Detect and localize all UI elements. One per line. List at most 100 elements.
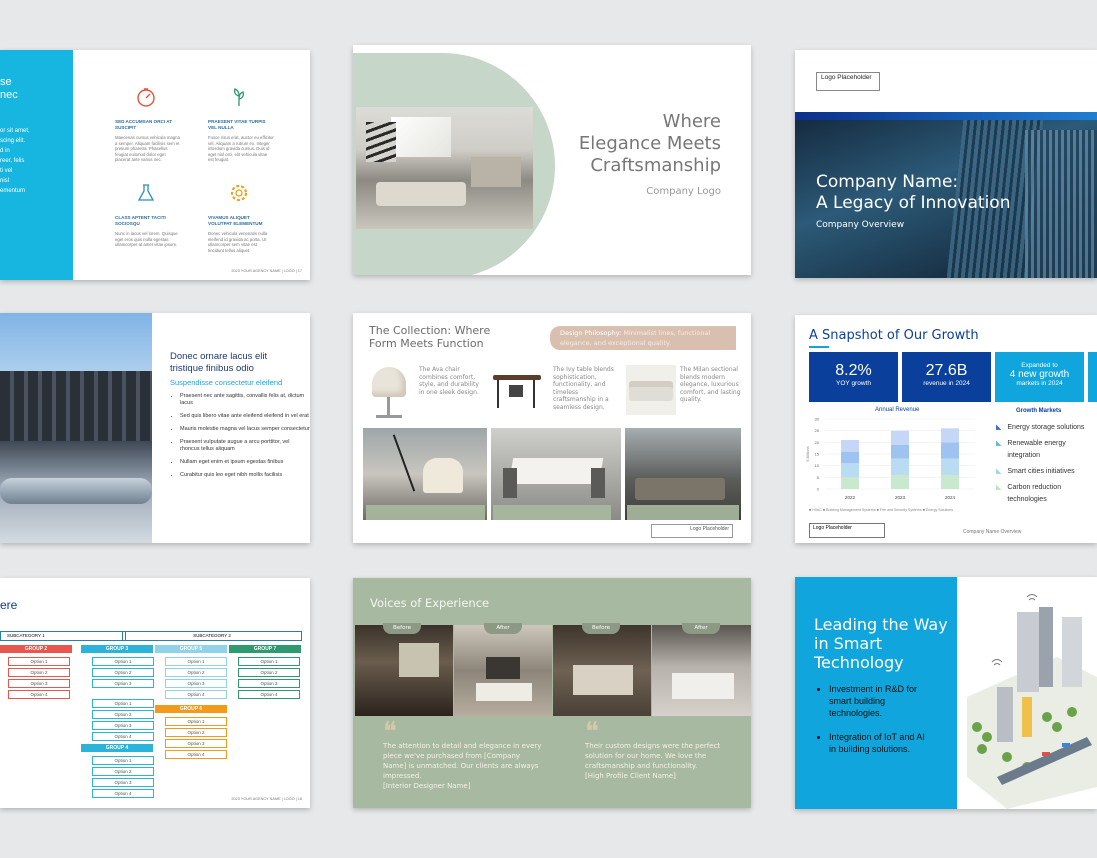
option-box[interactable]: Option 3 [92,679,154,688]
markets-list: ◣ Energy storage solutions ◣ Renewable ene… [996,422,1096,506]
option-box[interactable]: Option 3 [92,721,154,730]
isometric-city-illustration [967,594,1097,809]
bar-segment [841,463,859,478]
timer-icon [137,88,155,107]
option-box[interactable]: Option 2 [92,668,154,677]
slide-features[interactable]: se nec or sit amet, scing elit. d in ree… [0,50,310,280]
slide-growth[interactable]: A Snapshot of Our Growth 8.2% YOY growth… [795,315,1097,543]
option-box[interactable]: Option 1 [165,657,227,666]
feature-text: Maecenas cursus vehicula magna a semper.… [115,135,180,163]
option-box[interactable]: Option 3 [8,679,70,688]
panel-title: se nec [0,76,18,101]
slide-footer: Company Name Overview [963,529,1022,535]
option-box[interactable]: Option 3 [92,778,154,787]
option-box[interactable]: Option 2 [165,668,227,677]
option-box[interactable]: Option 1 [238,657,300,666]
tag-after-1: After [484,623,522,634]
quote-1: The attention to detail and elegance in … [383,742,542,790]
item-desc: The Milan sectional blends modern elegan… [680,366,741,403]
marker-icon: ◣ [996,484,1002,491]
option-box[interactable]: Option 2 [92,767,154,776]
stat-label: markets in 2024 [1016,380,1063,387]
bar-segment [941,458,959,475]
tag-before-1: Before [383,623,421,634]
bullet-list: Praesent nec ante sagittis, convallis fe… [170,393,310,485]
stat-card-1: 8.2% YOY growth [809,352,898,402]
feature-3: CLASS APTENT TACITI SOCIOSQU Nunc in lac… [115,182,181,248]
option-box[interactable]: Option 4 [238,690,300,699]
option-box[interactable]: Option 3 [238,679,300,688]
x-tick-label: 2023 [895,495,906,500]
feature-title: SED ACCUMSAN ORCI AT SUSCIPIT [115,119,172,130]
item-desc: The Ava chair combines comfort, style, a… [419,366,479,396]
slide-title: ere [0,598,18,612]
market-item: ◣ Smart cities initiatives [996,466,1096,478]
slide-infrastructure[interactable]: Donec ornare lacus elit tristique finibu… [0,313,310,543]
option-box[interactable]: Option 4 [8,690,70,699]
bar-segment [941,442,959,459]
y-tick-label: 25 [815,428,820,433]
option-box[interactable]: Option 2 [165,728,227,737]
feature-text: Fusce risus erat, auctor eu efficitur ve… [208,135,274,163]
option-box[interactable]: Option 1 [92,699,154,708]
option-box[interactable]: Option 4 [165,750,227,759]
option-box[interactable]: Option 4 [92,732,154,741]
option-box[interactable]: Option 4 [92,789,154,798]
option-box[interactable]: Option 1 [92,657,154,666]
slide-collection[interactable]: The Collection: Where Form Meets Functio… [353,313,751,543]
feature-title: VIVAMUS ALIQUET VOLUTPAT ELEMENTUM [208,215,263,226]
option-box[interactable]: Option 2 [238,668,300,677]
group-4: GROUP 4 [81,744,153,752]
feature-text: Donec vehicula venenatis nulla eleifend … [208,231,268,253]
after-photo-2 [652,625,751,716]
markets-title: Growth Markets [1016,408,1062,414]
philosophy-box: Design Philosophy: Minimalist lines, fun… [550,326,736,350]
bullet-list: Investment in R&D for smart building tec… [819,683,929,761]
slide-org-chart[interactable]: ere SUBCATEGORY 1 SUBCATEGORY 2 GROUP 2 … [0,578,310,808]
stat-card-4 [1088,352,1097,402]
option-box[interactable]: Option 3 [165,679,227,688]
quote-mark-icon: ❝ [585,717,599,747]
feature-title: CLASS APTENT TACITI SOCIOSQU [115,215,166,226]
option-box[interactable]: Option 1 [165,717,227,726]
logo-placeholder: Logo Placeholder [651,524,733,538]
group-7: GROUP 7 [229,645,301,653]
slide-company-overview[interactable]: Logo Placeholder Company Name: A Legacy … [795,50,1097,278]
bar-segment [891,475,909,489]
group-5: GROUP 5 [155,645,227,653]
logo-placeholder: Logo Placeholder [809,523,885,538]
list-item: Mauris molestie magna vel lacus semper c… [180,426,310,433]
bar-segment [841,440,859,452]
feature-2: PRAESENT VITAE TURPIS VEL NULLA Fusce ri… [208,86,274,163]
slide-footer: 2023 YOUR AGENCY NAME | LOGO | 18 [231,797,302,801]
living-room-photo [356,107,533,229]
slide-smart-technology[interactable]: Leading the Way in Smart Technology Inve… [795,577,1097,809]
stat-label: YOY growth [836,380,871,387]
feature-title: PRAESENT VITAE TURPIS VEL NULLA [208,119,266,130]
caption-bar-2 [493,505,611,520]
option-box[interactable]: Option 3 [165,739,227,748]
slide-title: The Collection: Where Form Meets Functio… [369,324,491,350]
stat-card-3: Expanded to 4 new growth markets in 2024 [995,352,1084,402]
option-box[interactable]: Option 4 [165,690,227,699]
slide-title: Leading the Way in Smart Technology [814,615,948,672]
option-box[interactable]: Option 1 [92,756,154,765]
option-box[interactable]: Option 2 [92,710,154,719]
y-tick-label: 5 [817,475,820,480]
stat-value: 27.6B [925,362,968,379]
stat-top: Expanded to [1021,362,1058,369]
y-tick-label: 15 [815,452,820,457]
stat-card-2: 27.6B revenue in 2024 [902,352,991,402]
bar-segment [891,458,909,475]
bar-segment [941,428,959,443]
quote-mark-icon: ❝ [383,717,397,747]
list-item: Sed quis libero vitae ante eleifend elei… [180,413,310,420]
slide-testimonials[interactable]: Voices of Experience Before After Before… [353,578,751,808]
list-item: Praesent nec ante sagittis, convallis fe… [180,393,310,407]
option-box[interactable]: Option 2 [8,668,70,677]
subcategory-2: SUBCATEGORY 2 [122,631,302,641]
bar-segment [841,451,859,464]
group-3: GROUP 3 [81,645,153,653]
option-box[interactable]: Option 1 [8,657,70,666]
slide-elegance[interactable]: Where Elegance Meets Craftsmanship Compa… [353,45,751,275]
